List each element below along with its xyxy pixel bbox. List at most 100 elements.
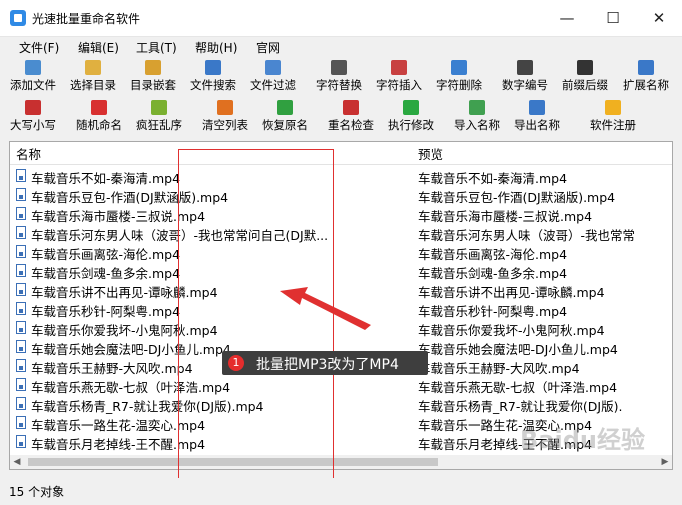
maximize-button[interactable]: ☐ <box>590 0 636 36</box>
file-icon <box>16 226 26 239</box>
file-search-button[interactable]: 文件搜索 <box>186 58 240 96</box>
column-header-preview[interactable]: 预览 <box>418 144 443 163</box>
file-icon <box>16 340 26 353</box>
file-icon <box>16 207 26 220</box>
insert-icon <box>391 60 407 75</box>
file-preview: 车载音乐杨青_R7-就让我爱你(DJ版). <box>418 399 623 414</box>
play-icon <box>403 100 419 115</box>
highlight-box <box>178 149 334 485</box>
case-icon <box>25 100 41 115</box>
select-folder-button[interactable]: 选择目录 <box>66 58 120 96</box>
close-button[interactable]: ✕ <box>636 0 682 36</box>
table-row[interactable]: 车载音乐豆包-作酒(DJ默涵版).mp4 车载音乐豆包-作酒(DJ默涵版).mp4 <box>10 186 672 205</box>
file-icon <box>16 359 26 372</box>
table-row[interactable]: 车载音乐河东男人味（波哥）-我也常常问自己(DJ默... 车载音乐河东男人味（波哥… <box>10 224 672 243</box>
delete-chars-button[interactable]: 字符删除 <box>432 58 486 96</box>
extension-icon <box>638 60 654 75</box>
file-filter-button[interactable]: 文件过滤 <box>246 58 300 96</box>
duplicate-check-button[interactable]: 重名检查 <box>324 98 378 136</box>
file-icon <box>16 302 26 315</box>
file-preview: 车载音乐画离弦-海伦.mp4 <box>418 247 568 262</box>
file-icon <box>16 378 26 391</box>
callout-number: 1 <box>228 355 244 371</box>
toolbar-secondary: 大写小写 随机命名 疯狂乱序 清空列表 恢复原名 重名检查 执行修改 导入名称 … <box>0 98 682 136</box>
watermark: Baidu经验 <box>520 426 645 454</box>
add-file-icon <box>25 60 41 75</box>
random-name-button[interactable]: 随机命名 <box>72 98 126 136</box>
scroll-left-arrow[interactable]: ◀ <box>10 455 24 469</box>
numbering-icon <box>517 60 533 75</box>
random-icon <box>91 100 107 115</box>
search-icon <box>205 60 221 75</box>
clear-list-icon <box>217 100 233 115</box>
clear-list-button[interactable]: 清空列表 <box>198 98 252 136</box>
prefix-suffix-button[interactable]: 前缀后缀 <box>558 58 612 96</box>
register-button[interactable]: 软件注册 <box>584 98 642 136</box>
object-count: 15 个对象 <box>9 485 65 499</box>
file-preview: 车载音乐她会魔法吧-DJ小鱼儿.mp4 <box>418 342 618 357</box>
minimize-button[interactable]: — <box>544 0 590 36</box>
scroll-right-arrow[interactable]: ▶ <box>658 455 672 469</box>
table-row[interactable]: 车载音乐秒针-阿梨粤.mp4 车载音乐秒针-阿梨粤.mp4 <box>10 300 672 319</box>
insert-chars-button[interactable]: 字符插入 <box>372 58 426 96</box>
star-icon <box>605 100 621 115</box>
file-name: 车载音乐画离弦-海伦.mp4 <box>31 247 181 262</box>
table-row[interactable]: 车载音乐海市蜃楼-三叔说.mp4 车载音乐海市蜃楼-三叔说.mp4 <box>10 205 672 224</box>
window-title: 光速批量重命名软件 <box>32 12 141 26</box>
import-icon <box>469 100 485 115</box>
table-row[interactable]: 车载音乐讲不出再见-谭咏麟.mp4 车载音乐讲不出再见-谭咏麟.mp4 <box>10 281 672 300</box>
execute-button[interactable]: 执行修改 <box>384 98 438 136</box>
shuffle-button[interactable]: 疯狂乱序 <box>132 98 186 136</box>
file-icon <box>16 321 26 334</box>
table-row[interactable]: 车载音乐画离弦-海伦.mp4 车载音乐画离弦-海伦.mp4 <box>10 243 672 262</box>
table-row[interactable]: 车载音乐杨青_R7-就让我爱你(DJ版).mp4 车载音乐杨青_R7-就让我爱你(… <box>10 395 672 414</box>
file-preview: 车载音乐你爱我坏-小鬼阿秋.mp4 <box>418 323 605 338</box>
file-name: 车载音乐剑魂-鱼多余.mp4 <box>31 266 181 281</box>
check-icon <box>343 100 359 115</box>
table-row[interactable]: 车载音乐燕无歇-七叔（叶泽浩.mp4 车载音乐燕无歇-七叔（叶泽浩.mp4 <box>10 376 672 395</box>
file-preview: 车载音乐王赫野-大风吹.mp4 <box>418 361 580 376</box>
file-icon <box>16 188 26 201</box>
replace-chars-button[interactable]: 字符替换 <box>312 58 366 96</box>
title-bar: 光速批量重命名软件 — ☐ ✕ <box>0 0 682 37</box>
horizontal-scrollbar[interactable]: ◀ ▶ <box>10 455 672 469</box>
file-icon <box>16 435 26 448</box>
file-preview: 车载音乐海市蜃楼-三叔说.mp4 <box>418 209 593 224</box>
header-divider <box>10 164 672 165</box>
file-preview: 车载音乐豆包-作酒(DJ默涵版).mp4 <box>418 190 616 205</box>
status-bar: 15 个对象 <box>0 478 682 505</box>
file-preview: 车载音乐讲不出再见-谭咏麟.mp4 <box>418 285 605 300</box>
extension-button[interactable]: 扩展名称 <box>618 58 674 96</box>
table-row[interactable]: 车载音乐你爱我坏-小鬼阿秋.mp4 车载音乐你爱我坏-小鬼阿秋.mp4 <box>10 319 672 338</box>
file-name: 车载音乐不如-秦海清.mp4 <box>31 171 181 186</box>
case-button[interactable]: 大写小写 <box>6 98 60 136</box>
nested-folder-button[interactable]: 目录嵌套 <box>126 58 180 96</box>
export-icon <box>529 100 545 115</box>
file-icon <box>16 416 26 429</box>
callout-text: 批量把MP3改为了MP4 <box>256 357 399 373</box>
menu-website[interactable]: 官网 <box>256 39 280 56</box>
table-row[interactable]: 车载音乐剑魂-鱼多余.mp4 车载音乐剑魂-鱼多余.mp4 <box>10 262 672 281</box>
menu-edit[interactable]: 编辑(E) <box>78 39 119 56</box>
restore-name-button[interactable]: 恢复原名 <box>258 98 312 136</box>
file-icon <box>16 264 26 277</box>
menu-tools[interactable]: 工具(T) <box>136 39 177 56</box>
prefix-suffix-icon <box>577 60 593 75</box>
add-file-button[interactable]: 添加文件 <box>6 58 60 96</box>
file-preview: 车载音乐河东男人味（波哥）-我也常常 <box>418 228 636 243</box>
table-row[interactable]: 车载音乐不如-秦海清.mp4 车载音乐不如-秦海清.mp4 <box>10 167 672 186</box>
import-names-button[interactable]: 导入名称 <box>450 98 504 136</box>
file-preview: 车载音乐秒针-阿梨粤.mp4 <box>418 304 568 319</box>
toolbar-primary: 添加文件 选择目录 目录嵌套 文件搜索 文件过滤 字符替换 字符插入 字符删除 … <box>0 58 682 96</box>
file-name: 车载音乐王赫野-大风吹.mp4 <box>31 361 193 376</box>
nested-folder-icon <box>145 60 161 75</box>
file-preview: 车载音乐剑魂-鱼多余.mp4 <box>418 266 568 281</box>
menu-help[interactable]: 帮助(H) <box>195 39 237 56</box>
file-name: 车载音乐秒针-阿梨粤.mp4 <box>31 304 181 319</box>
export-names-button[interactable]: 导出名称 <box>510 98 564 136</box>
column-header-name[interactable]: 名称 <box>16 144 41 163</box>
file-preview: 车载音乐燕无歇-七叔（叶泽浩.mp4 <box>418 380 618 395</box>
numbering-button[interactable]: 数字编号 <box>498 58 552 96</box>
file-icon <box>16 245 26 258</box>
menu-file[interactable]: 文件(F) <box>19 39 59 56</box>
